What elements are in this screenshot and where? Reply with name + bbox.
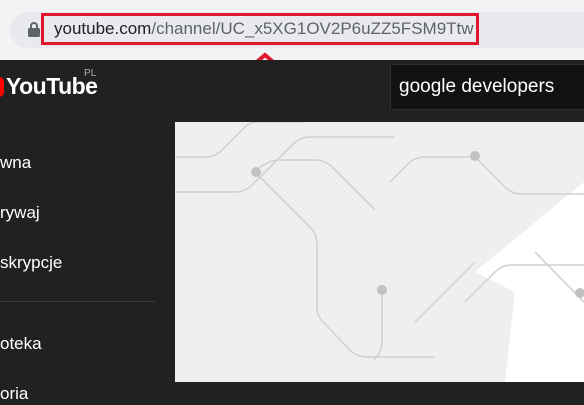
channel-banner — [175, 122, 584, 382]
url-domain: youtube.com — [54, 19, 152, 38]
sidebar-item-home[interactable]: wna — [0, 153, 31, 173]
sidebar-item-subscriptions[interactable]: skrypcje — [0, 253, 62, 273]
sidebar-item-explore[interactable]: rywaj — [0, 203, 40, 223]
banner-graphic — [175, 122, 584, 382]
search-value: google developers — [399, 76, 555, 97]
channel-header-area — [175, 382, 584, 405]
sidebar-item-history[interactable]: oria — [0, 384, 28, 404]
url-path: /channel/UC_x5XG1OV2P6uZZ5FSM9Ttw — [151, 19, 474, 38]
sidebar-item-library[interactable]: oteka — [0, 334, 42, 354]
url-text[interactable]: youtube.com/channel/UC_x5XG1OV2P6uZZ5FSM… — [41, 13, 479, 45]
sidebar-divider — [0, 301, 155, 302]
lock-icon[interactable] — [27, 21, 41, 37]
search-input[interactable]: google developers — [390, 64, 584, 110]
youtube-logo-icon[interactable] — [0, 77, 4, 97]
region-code: PL — [84, 68, 97, 79]
